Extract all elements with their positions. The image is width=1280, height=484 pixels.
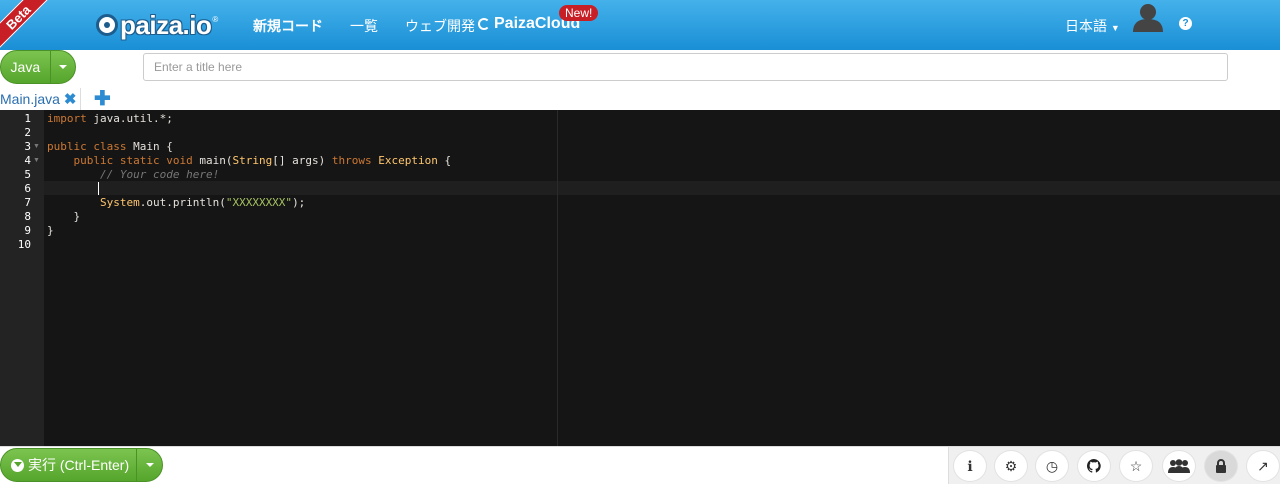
language-caret-button[interactable] xyxy=(49,51,75,83)
fold-icon[interactable]: ▼ xyxy=(33,157,40,164)
beta-ribbon: Beta xyxy=(0,0,53,52)
line-number: 5 xyxy=(24,168,31,181)
line-number-gutter: 1 2 3 4 5 6 7 8 9 10 ▼ ▼ xyxy=(0,110,44,446)
code-line-7: System.out.println("XXXXXXXX"); xyxy=(99,196,306,209)
language-dropdown[interactable]: 日本語 ▼ xyxy=(1065,16,1120,36)
code-line-1: import java.util.*; xyxy=(47,112,173,125)
paiza-logo[interactable]: paiza.io ® xyxy=(96,10,218,40)
history-icon: ◷ xyxy=(1045,457,1059,474)
active-line-highlight xyxy=(44,181,1280,195)
star-icon: ☆ xyxy=(1129,457,1143,474)
language-label: 日本語 xyxy=(1065,18,1107,34)
nav-web-dev[interactable]: ウェブ開発 xyxy=(405,16,475,36)
info-icon: ℹ xyxy=(967,457,973,474)
code-line-5: // Your code here! xyxy=(99,168,220,181)
run-button[interactable]: 実行 (Ctrl-Enter) xyxy=(0,448,163,482)
file-tabs: Main.java ✖ ✚ xyxy=(0,86,1280,110)
title-input[interactable] xyxy=(143,53,1228,81)
top-header: Beta paiza.io ® 新規コード 一覧 ウェブ開発 PaizaClou… xyxy=(0,0,1280,52)
share-button[interactable]: ↗ xyxy=(1246,450,1280,482)
line-number: 9 xyxy=(24,224,31,237)
line-number: 7 xyxy=(24,196,31,209)
line-number: 6 xyxy=(24,182,31,195)
cloud-icon xyxy=(478,18,490,30)
collaborate-button[interactable] xyxy=(1162,450,1196,482)
tab-label: Main.java xyxy=(0,91,60,107)
code-line-3: public class Main { xyxy=(47,140,173,153)
tab-main-java[interactable]: Main.java ✖ xyxy=(0,88,81,110)
bottom-bar: 実行 (Ctrl-Enter) ℹ ⚙ ◷ ☆ ↗ xyxy=(0,446,1280,484)
line-number: 1 xyxy=(24,112,31,125)
close-icon[interactable]: ✖ xyxy=(64,92,77,107)
line-number: 8 xyxy=(24,210,31,223)
tool-buttons: ℹ ⚙ ◷ ☆ ↗ xyxy=(948,447,1280,484)
code-editor[interactable]: 1 2 3 4 5 6 7 8 9 10 ▼ ▼ import java.uti… xyxy=(0,110,1280,446)
line-number: 2 xyxy=(24,126,31,139)
info-button[interactable]: ℹ xyxy=(953,450,987,482)
run-icon xyxy=(11,458,24,472)
settings-button[interactable]: ⚙ xyxy=(994,450,1028,482)
new-badge: New! xyxy=(559,5,599,21)
code-line-9: } xyxy=(47,224,54,237)
github-button[interactable] xyxy=(1077,450,1111,482)
star-button[interactable]: ☆ xyxy=(1119,450,1153,482)
line-number: 3 xyxy=(24,140,31,153)
nav-list[interactable]: 一覧 xyxy=(350,16,378,36)
user-avatar-icon[interactable] xyxy=(1131,2,1165,32)
lock-icon xyxy=(1216,459,1226,473)
run-label: 実行 (Ctrl-Enter) xyxy=(28,457,130,473)
run-button-main[interactable]: 実行 (Ctrl-Enter) xyxy=(1,449,136,481)
chevron-down-icon: ▼ xyxy=(1110,23,1120,33)
gear-icon: ⚙ xyxy=(1004,457,1018,474)
chevron-down-icon xyxy=(58,65,67,69)
fold-icon[interactable]: ▼ xyxy=(33,143,40,150)
users-icon xyxy=(1168,459,1190,473)
lock-button[interactable] xyxy=(1204,450,1238,482)
share-icon: ↗ xyxy=(1257,457,1269,474)
line-number: 10 xyxy=(17,238,31,251)
logo-registered-mark: ® xyxy=(212,14,219,24)
nav-new-code[interactable]: 新規コード xyxy=(253,16,323,36)
print-margin xyxy=(557,110,558,446)
github-icon xyxy=(1087,459,1101,473)
history-button[interactable]: ◷ xyxy=(1035,450,1069,482)
chevron-down-icon xyxy=(145,463,154,467)
run-options-button[interactable] xyxy=(136,449,162,481)
help-icon[interactable]: ? xyxy=(1179,17,1192,30)
add-file-icon[interactable]: ✚ xyxy=(94,86,111,111)
text-cursor xyxy=(98,182,99,195)
logo-text: paiza.io xyxy=(120,9,212,40)
code-line-4: public static void main(String[] args) t… xyxy=(73,154,452,167)
code-line-8: } xyxy=(47,210,81,223)
language-button-label: Java xyxy=(10,59,41,75)
logo-icon xyxy=(96,14,118,36)
line-number: 4 xyxy=(24,154,31,167)
language-button[interactable]: Java xyxy=(0,50,76,84)
